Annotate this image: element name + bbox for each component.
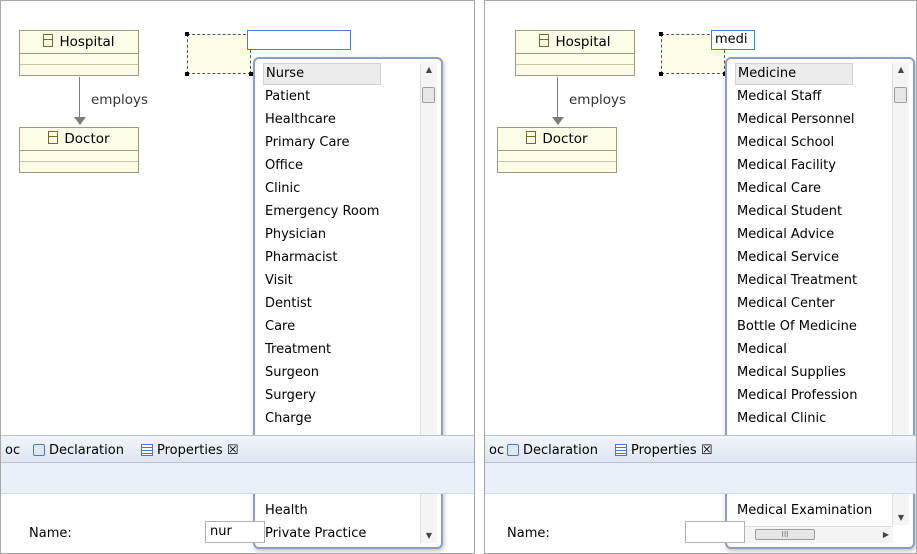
entity-icon (43, 34, 54, 47)
suggestion-item[interactable]: Patient (263, 86, 310, 108)
properties-icon (615, 444, 627, 456)
suggestion-item[interactable]: Physician (263, 224, 326, 246)
close-tab-icon[interactable]: ☒ (701, 443, 713, 458)
suggestion-item[interactable]: Medical Clinic (735, 408, 826, 430)
suggestion-item[interactable]: Medical Profession (735, 385, 858, 407)
declaration-icon (507, 444, 519, 456)
close-tab-icon[interactable]: ☒ (227, 443, 239, 458)
suggestion-item[interactable]: Medical Student (735, 201, 842, 223)
tab-declaration[interactable]: Declaration (507, 440, 598, 462)
entity-name-editor[interactable]: medi (711, 30, 755, 50)
entity-name: Doctor (64, 131, 110, 147)
suggestion-item[interactable]: Primary Care (263, 132, 349, 154)
suggestion-item[interactable]: Medical Center (735, 293, 835, 315)
tab-partial[interactable]: oc (5, 440, 20, 462)
suggestion-item[interactable]: Medical Examination (735, 500, 872, 522)
suggestion-item[interactable]: Visit (263, 270, 293, 292)
suggestion-item[interactable]: Emergency Room (263, 201, 379, 223)
suggestion-item[interactable]: Surgeon (263, 362, 319, 384)
suggestion-item[interactable]: Medical Facility (735, 155, 836, 177)
entity-name: Hospital (555, 34, 611, 50)
tab-partial[interactable]: oc (489, 440, 504, 462)
doctor-entity[interactable]: Doctor (19, 127, 139, 173)
doctor-entity[interactable]: Doctor (497, 127, 617, 173)
association-label: employs (91, 92, 149, 108)
entity-icon (48, 131, 59, 144)
suggestion-item[interactable]: Medical Personnel (735, 109, 854, 131)
name-field[interactable]: nur (205, 521, 265, 543)
suggestion-item[interactable]: Pharmacist (263, 247, 337, 269)
view-tab-bar: oc Declaration Properties ☒ (485, 435, 916, 463)
properties-toolbar (1, 463, 474, 494)
scroll-down-icon[interactable]: ▼ (421, 529, 437, 543)
name-label: Name: (507, 526, 550, 541)
scroll-up-icon[interactable]: ▲ (893, 63, 909, 77)
association-label: employs (569, 92, 627, 108)
suggestion-item[interactable]: Medical Treatment (735, 270, 857, 292)
suggestion-item[interactable]: Care (263, 316, 295, 338)
new-entity[interactable] (185, 32, 253, 76)
suggestion-item[interactable]: Medical Supplies (735, 362, 846, 384)
entity-name-editor[interactable] (247, 30, 351, 50)
scroll-thumb[interactable] (422, 87, 435, 103)
suggestion-item[interactable]: Health (263, 500, 308, 522)
suggestion-item[interactable]: Bottle Of Medicine (735, 316, 857, 338)
scroll-right-icon[interactable]: ▶ (879, 527, 893, 543)
entity-name: Doctor (542, 131, 588, 147)
arrowhead-icon (74, 117, 86, 125)
entity-icon (526, 131, 537, 144)
suggestion-item[interactable]: Charge (263, 408, 312, 430)
suggestion-item[interactable]: Medical Staff (735, 86, 821, 108)
name-field[interactable] (685, 521, 745, 543)
suggestion-item[interactable]: Dentist (263, 293, 312, 315)
scroll-thumb[interactable] (894, 87, 907, 103)
suggestion-item[interactable]: Healthcare (263, 109, 336, 131)
name-label: Name: (29, 526, 72, 541)
suggestion-item[interactable]: Treatment (263, 339, 331, 361)
tab-declaration[interactable]: Declaration (33, 440, 124, 462)
hospital-entity[interactable]: Hospital (19, 30, 139, 76)
suggestion-item[interactable]: Surgery (263, 385, 316, 407)
view-tab-bar: oc Declaration Properties ☒ (1, 435, 474, 463)
left-screenshot-panel: Hospital employs Doctor Nurse Patient Heal… (0, 0, 475, 554)
tab-properties[interactable]: Properties ☒ (615, 440, 713, 462)
hscroll-thumb[interactable]: III (755, 529, 815, 540)
scroll-down-icon[interactable]: ▼ (893, 511, 909, 525)
properties-icon (141, 444, 153, 456)
horizontal-scrollbar[interactable]: ◀ III ▶ (735, 526, 893, 543)
entity-icon (539, 34, 550, 47)
association-line[interactable] (557, 77, 558, 121)
properties-toolbar (485, 463, 916, 494)
declaration-icon (33, 444, 45, 456)
suggestion-item[interactable]: Medicine (735, 63, 853, 85)
suggestion-item[interactable]: Medical Care (735, 178, 821, 200)
suggestion-item[interactable]: Medical Advice (735, 224, 834, 246)
entity-name: Hospital (59, 34, 115, 50)
scroll-up-icon[interactable]: ▲ (421, 63, 437, 77)
right-screenshot-panel: Hospital employs Doctor medi Medicine Med… (484, 0, 917, 554)
hospital-entity[interactable]: Hospital (515, 30, 635, 76)
arrowhead-icon (552, 117, 564, 125)
association-line[interactable] (79, 77, 80, 121)
suggestion-item[interactable]: Private Practice (263, 523, 366, 545)
suggestion-item[interactable]: Medical Service (735, 247, 839, 269)
suggestion-item[interactable]: Medical (735, 339, 787, 361)
suggestion-item[interactable]: Nurse (263, 63, 381, 85)
suggestion-item[interactable]: Medical School (735, 132, 834, 154)
suggestion-item[interactable]: Office (263, 155, 303, 177)
suggestion-item[interactable]: Clinic (263, 178, 300, 200)
tab-properties[interactable]: Properties ☒ (141, 440, 239, 462)
